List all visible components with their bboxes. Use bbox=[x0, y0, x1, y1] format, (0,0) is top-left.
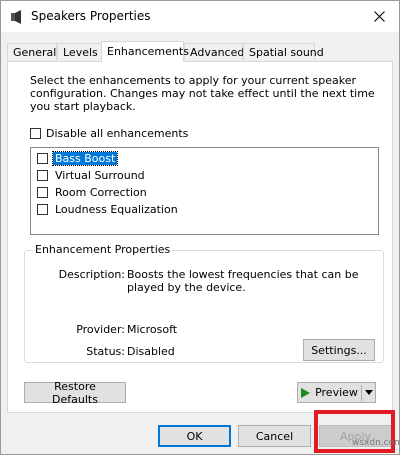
list-item-virtual-surround[interactable]: Virtual Surround bbox=[37, 169, 147, 182]
ok-button[interactable]: OK bbox=[158, 425, 231, 447]
disable-all-enhancements-label: Disable all enhancements bbox=[46, 127, 189, 140]
virtual-surround-label: Virtual Surround bbox=[55, 169, 145, 182]
provider-label: Provider: bbox=[76, 323, 125, 336]
tab-advanced[interactable]: Advanced bbox=[184, 43, 244, 60]
room-correction-checkbox[interactable] bbox=[37, 187, 48, 198]
tab-spatial-sound[interactable]: Spatial sound bbox=[243, 43, 324, 60]
loudness-equalization-label: Loudness Equalization bbox=[55, 203, 178, 216]
bass-boost-label: Bass Boost bbox=[51, 151, 119, 166]
watermark-text: wsxdn.com bbox=[352, 438, 400, 448]
preview-button[interactable]: Preview bbox=[298, 383, 361, 402]
close-icon bbox=[373, 10, 385, 22]
play-icon bbox=[301, 387, 311, 398]
preview-dropdown-button[interactable] bbox=[362, 383, 375, 402]
status-value: Disabled bbox=[127, 345, 175, 358]
provider-value: Microsoft bbox=[127, 323, 178, 336]
preview-split-button[interactable]: Preview bbox=[297, 382, 376, 403]
virtual-surround-checkbox[interactable] bbox=[37, 170, 48, 181]
list-item-room-correction[interactable]: Room Correction bbox=[37, 186, 149, 199]
window-title: Speakers Properties bbox=[31, 9, 151, 23]
speakers-properties-window: Speakers Properties General Levels Enhan… bbox=[0, 0, 400, 455]
cancel-button[interactable]: Cancel bbox=[238, 425, 311, 447]
enhancement-properties-group: Enhancement Properties Description: Boos… bbox=[24, 243, 384, 363]
disable-all-enhancements-row[interactable]: Disable all enhancements bbox=[30, 127, 188, 140]
description-label: Description: bbox=[58, 268, 125, 281]
preview-label: Preview bbox=[315, 386, 358, 399]
enhancements-list[interactable]: Bass Boost Virtual Surround Room Correct… bbox=[30, 147, 379, 235]
loudness-equalization-checkbox[interactable] bbox=[37, 204, 48, 215]
chevron-down-icon bbox=[364, 390, 373, 395]
bass-boost-checkbox[interactable] bbox=[37, 153, 48, 164]
tab-general[interactable]: General bbox=[7, 43, 57, 60]
tab-enhancements[interactable]: Enhancements bbox=[101, 41, 189, 62]
description-value: Boosts the lowest frequencies that can b… bbox=[127, 268, 359, 294]
disable-all-enhancements-checkbox[interactable] bbox=[30, 128, 41, 139]
list-item-loudness-equalization[interactable]: Loudness Equalization bbox=[37, 203, 180, 216]
room-correction-label: Room Correction bbox=[55, 186, 147, 199]
restore-defaults-button[interactable]: Restore Defaults bbox=[24, 380, 126, 406]
close-button[interactable] bbox=[365, 5, 393, 27]
settings-button[interactable]: Settings... bbox=[303, 339, 375, 361]
enhancements-description: Select the enhancements to apply for you… bbox=[30, 74, 375, 113]
speaker-icon bbox=[11, 10, 21, 24]
enhancements-panel: Select the enhancements to apply for you… bbox=[7, 61, 393, 413]
list-item-bass-boost[interactable]: Bass Boost bbox=[37, 151, 119, 166]
enhancement-properties-title: Enhancement Properties bbox=[33, 243, 173, 256]
tab-levels[interactable]: Levels bbox=[57, 43, 102, 60]
title-bar: Speakers Properties bbox=[1, 1, 399, 32]
status-label: Status: bbox=[86, 345, 125, 358]
